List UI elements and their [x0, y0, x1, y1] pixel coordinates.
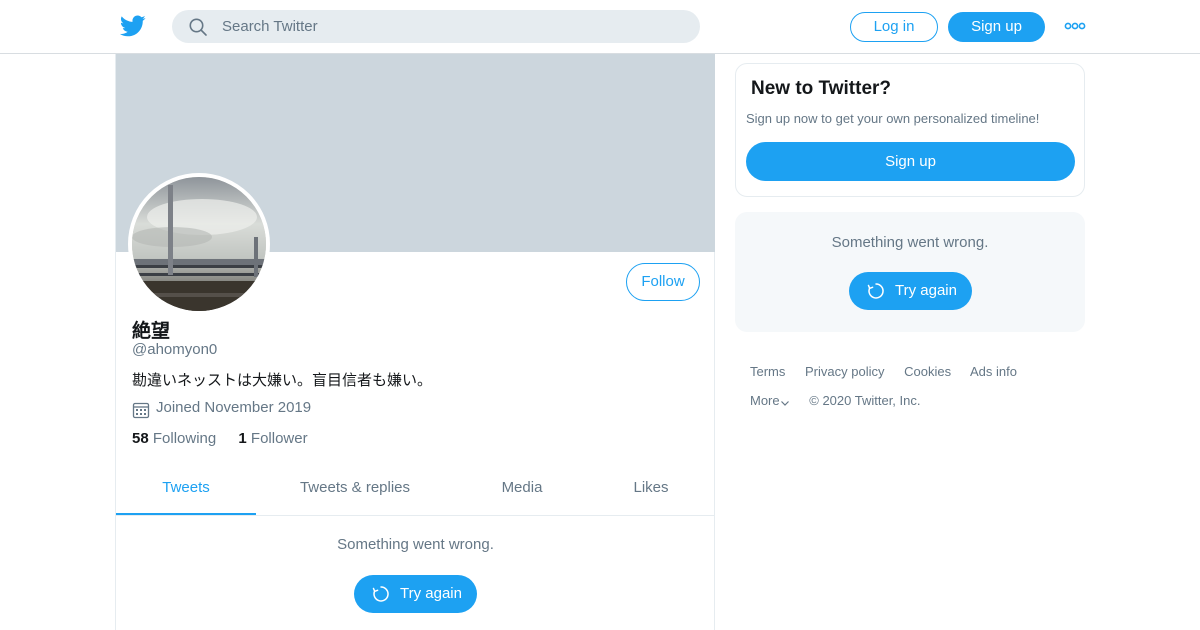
footer-link-privacy[interactable]: Privacy policy	[805, 364, 884, 379]
try-again-button[interactable]: Try again	[354, 575, 477, 613]
profile-stats: 58 Following 1 Follower	[132, 430, 326, 447]
avatar[interactable]	[128, 173, 270, 315]
profile-bio: 勘違いネッストは大嫌い。盲目信者も嫌い。	[132, 371, 433, 389]
search-input[interactable]	[222, 10, 682, 43]
tab-media[interactable]: Media	[466, 466, 578, 515]
sidebar-try-again-button[interactable]: Try again	[849, 272, 972, 310]
more-dots-icon[interactable]	[1064, 20, 1086, 32]
refresh-icon	[372, 586, 389, 602]
footer-links: Terms Privacy policy Cookies Ads info	[750, 364, 1033, 379]
sidebar-error-message: Something went wrong.	[831, 234, 989, 251]
following-stat[interactable]: 58 Following	[132, 430, 216, 447]
profile-column: Follow 絶望 @ahomyon0 勘違いネッストは大嫌い。盲目信者も嫌い。…	[115, 54, 715, 630]
sidebar-try-again-label: Try again	[895, 282, 957, 299]
following-count: 58	[132, 430, 149, 447]
login-button[interactable]: Log in	[850, 12, 938, 42]
timeline-error-message: Something went wrong.	[337, 536, 494, 553]
new-to-twitter-title: New to Twitter?	[751, 78, 892, 99]
follow-button[interactable]: Follow	[626, 263, 700, 301]
twitter-bird-icon[interactable]	[120, 13, 146, 39]
display-name: 絶望	[132, 320, 171, 342]
calendar-icon	[132, 402, 150, 419]
avatar-photo	[132, 177, 266, 311]
join-date-label: Joined November 2019	[156, 399, 312, 416]
footer-link-terms[interactable]: Terms	[750, 364, 785, 379]
copyright-text: © 2020 Twitter, Inc.	[809, 393, 921, 408]
new-to-twitter-subtitle: Sign up now to get your own personalized…	[746, 111, 1040, 126]
footer-row-2: More © 2020 Twitter, Inc.	[750, 393, 920, 408]
footer-link-ads-info[interactable]: Ads info	[970, 364, 1017, 379]
footer-more-menu[interactable]: More	[750, 393, 790, 408]
chevron-down-icon	[780, 401, 789, 406]
followers-stat[interactable]: 1 Follower	[238, 430, 307, 447]
footer-link-cookies[interactable]: Cookies	[904, 364, 951, 379]
tab-tweets-and-replies[interactable]: Tweets & replies	[276, 466, 434, 515]
sidebar-error-card: Something went wrong. Try again	[735, 212, 1085, 332]
try-again-label: Try again	[400, 585, 462, 602]
followers-label: Follower	[250, 430, 308, 447]
following-label: Following	[152, 430, 217, 447]
sidebar-signup-button[interactable]: Sign up	[746, 142, 1075, 181]
search-box[interactable]	[172, 10, 700, 43]
new-to-twitter-card: New to Twitter? Sign up now to get your …	[735, 63, 1085, 197]
footer-more-label: More	[750, 393, 780, 408]
refresh-icon	[867, 283, 884, 299]
followers-count: 1	[238, 430, 247, 447]
tab-likes[interactable]: Likes	[596, 466, 706, 515]
profile-tabs: Tweets Tweets & replies Media Likes	[116, 466, 715, 516]
signup-button[interactable]: Sign up	[948, 12, 1045, 42]
search-icon	[189, 18, 207, 36]
user-handle[interactable]: @ahomyon0	[132, 341, 217, 358]
top-navigation-bar: Log in Sign up	[0, 0, 1200, 54]
tab-tweets[interactable]: Tweets	[116, 466, 256, 515]
